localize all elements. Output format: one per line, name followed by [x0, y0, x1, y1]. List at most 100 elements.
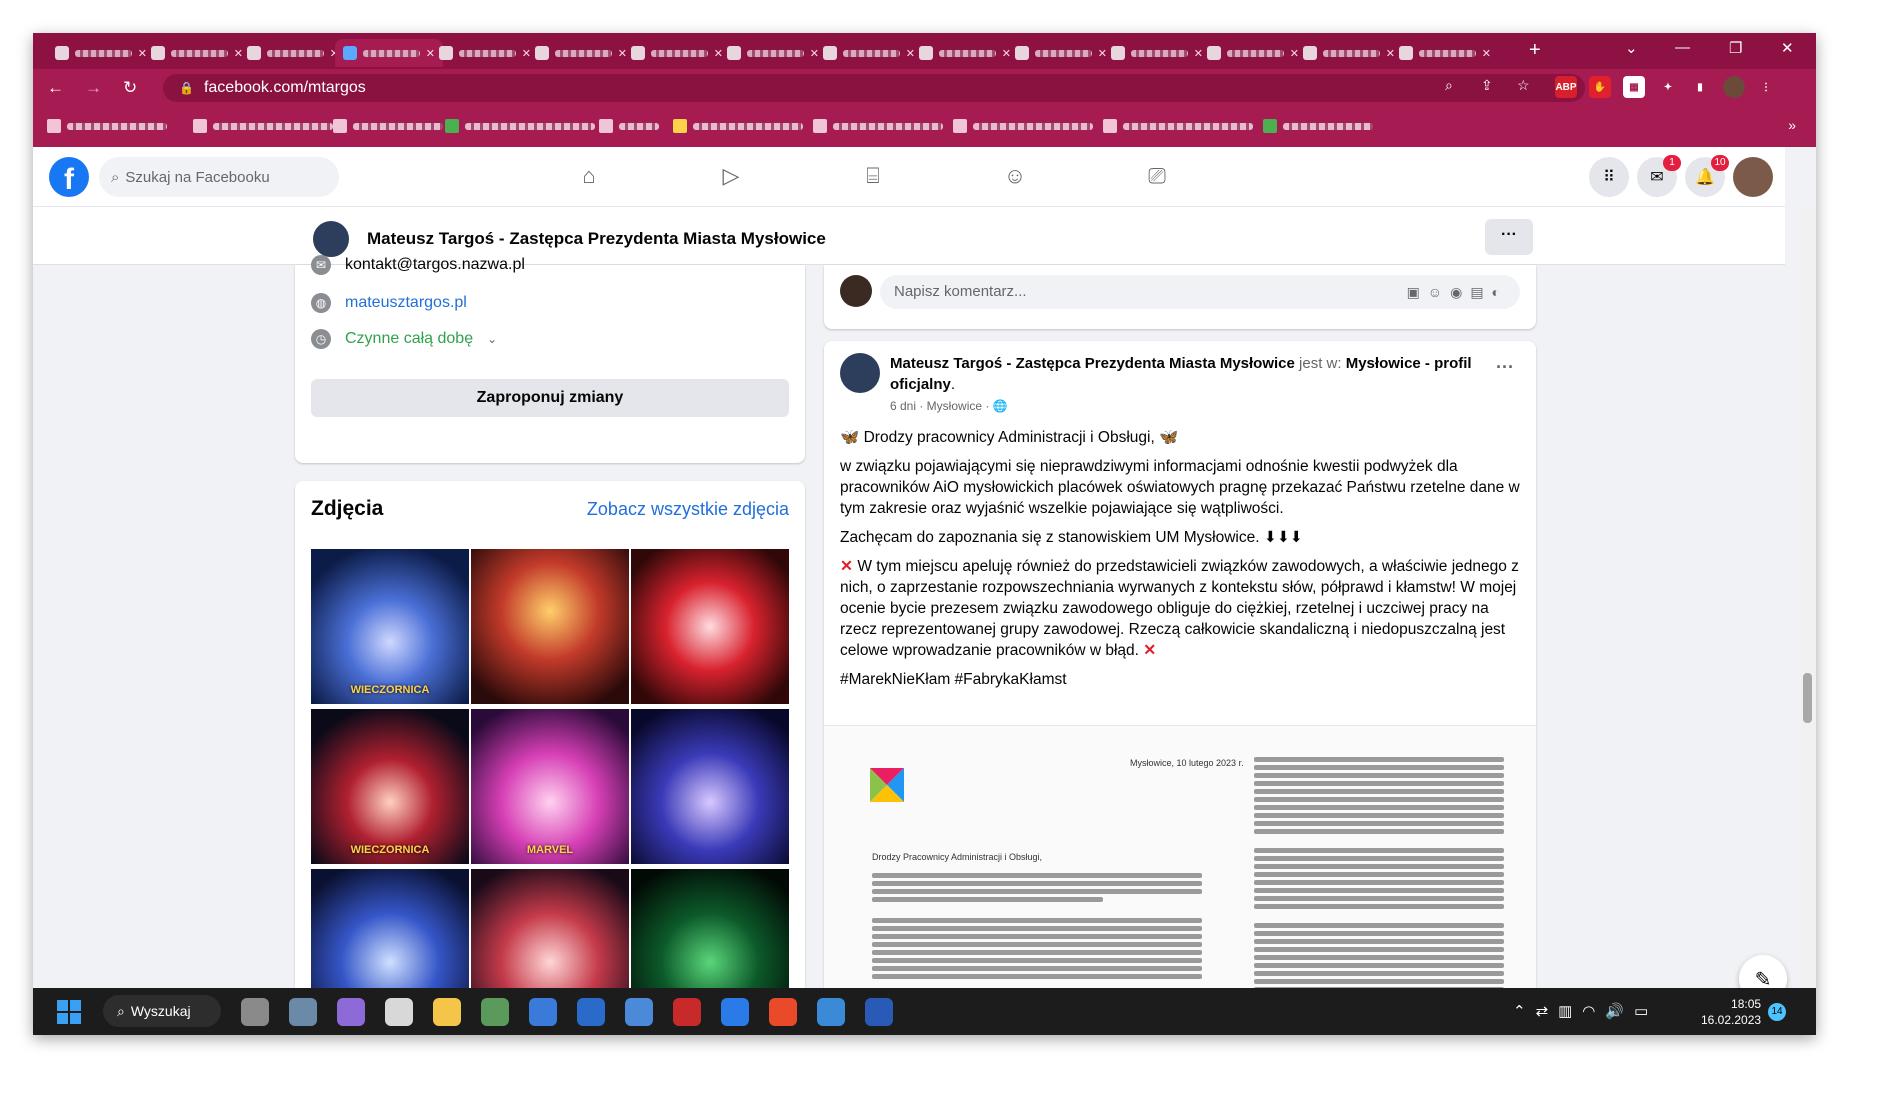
close-tab-icon[interactable]: ✕	[1482, 47, 1491, 60]
browser-tab[interactable]: ✕	[1007, 39, 1115, 67]
photo-thumbnail[interactable]	[631, 709, 789, 864]
photo-thumbnail[interactable]: MARVEL	[471, 709, 629, 864]
browser-tab[interactable]: ✕	[239, 39, 347, 67]
marketplace-icon[interactable]: ⌸	[859, 163, 887, 191]
taskbar-app-icon[interactable]	[577, 998, 605, 1026]
watch-icon[interactable]: ▷	[717, 163, 745, 191]
browser-tab-active[interactable]: ✕	[335, 39, 443, 67]
groups-icon[interactable]: ☺	[1001, 163, 1029, 191]
back-icon[interactable]: ←	[47, 78, 64, 98]
extension-icon[interactable]: ✋	[1589, 76, 1611, 98]
account-avatar[interactable]	[1733, 157, 1773, 197]
new-tab-button[interactable]: +	[1529, 39, 1541, 62]
taskbar-app-icon[interactable]	[433, 998, 461, 1026]
bookmark-item[interactable]	[599, 119, 659, 133]
system-tray[interactable]: ⌃⇄▥◠🔊▭	[1513, 1002, 1658, 1020]
extension-icon[interactable]: ▦	[1623, 76, 1645, 98]
taskbar-app-icon[interactable]	[289, 998, 317, 1026]
browser-tab[interactable]: ✕	[623, 39, 731, 67]
gaming-icon[interactable]: ⎚	[1143, 163, 1171, 191]
bookmark-star-icon[interactable]: ☆	[1517, 77, 1530, 94]
profile-avatar[interactable]	[1723, 76, 1745, 98]
forward-icon[interactable]: →	[85, 78, 102, 98]
comment-input[interactable]: Napisz komentarz... ▣☺◉▤◐	[880, 275, 1520, 309]
close-window-button[interactable]: ✕	[1781, 39, 1794, 57]
messenger-icon[interactable]: ✉ 1	[1637, 155, 1681, 197]
browser-tab[interactable]: ✕	[719, 39, 827, 67]
share-icon[interactable]: ⇪	[1481, 77, 1493, 94]
scrollbar-thumb[interactable]	[1803, 673, 1812, 723]
maximize-button[interactable]: ❐	[1729, 39, 1742, 57]
taskbar-app-icon[interactable]	[625, 998, 653, 1026]
taskbar-app-icon[interactable]	[529, 998, 557, 1026]
browser-tab[interactable]: ✕	[911, 39, 1019, 67]
bookmark-item[interactable]	[673, 119, 803, 133]
bookmark-item[interactable]	[953, 119, 1093, 133]
post-meta[interactable]: 6 dni · Mysłowice · 🌐	[890, 399, 1008, 413]
notifications-icon[interactable]: 🔔 10	[1685, 155, 1729, 197]
taskbar-app-icon[interactable]	[337, 998, 365, 1026]
minimize-button[interactable]: —	[1675, 39, 1690, 56]
browser-tab[interactable]: ✕	[143, 39, 251, 67]
lock-icon[interactable]: 🔒	[179, 81, 194, 95]
facebook-logo[interactable]: f	[49, 157, 89, 197]
side-panel-icon[interactable]: ▮	[1689, 76, 1711, 98]
photo-thumbnail[interactable]: WIECZORNICA	[311, 709, 469, 864]
taskbar-app-icon[interactable]	[865, 998, 893, 1026]
hours-text[interactable]: Czynne całą dobę	[345, 330, 473, 348]
photo-thumbnail[interactable]	[471, 549, 629, 704]
adblock-extension-icon[interactable]: ABP	[1555, 76, 1577, 98]
browser-tab[interactable]: ✕	[1199, 39, 1307, 67]
taskbar-app-icon[interactable]	[241, 998, 269, 1026]
search-input[interactable]: ⌕ Szukaj na Facebooku	[99, 157, 339, 197]
bookmark-item[interactable]	[333, 119, 443, 133]
bookmark-item[interactable]	[1263, 119, 1373, 133]
post-more-button[interactable]: ···	[1496, 357, 1514, 378]
email-text[interactable]: kontakt@targos.nazwa.pl	[345, 256, 525, 274]
taskbar-app-icon[interactable]	[673, 998, 701, 1026]
menu-icon[interactable]: ⋮	[1755, 76, 1777, 98]
bookmark-item[interactable]	[1103, 119, 1253, 133]
bookmark-item[interactable]	[813, 119, 943, 133]
taskbar-app-icon[interactable]	[817, 998, 845, 1026]
browser-tab[interactable]: ✕	[47, 39, 155, 67]
chevron-down-icon[interactable]: ⌄	[487, 332, 497, 346]
bookmark-item[interactable]	[445, 119, 595, 133]
browser-tab[interactable]: ✕	[431, 39, 539, 67]
browser-tab[interactable]: ✕	[1103, 39, 1211, 67]
taskbar-clock[interactable]: 18:05 16.02.2023	[1701, 996, 1761, 1028]
taskbar-app-icon[interactable]	[385, 998, 413, 1026]
post-author-avatar[interactable]	[840, 353, 880, 393]
zoom-icon[interactable]: ⌕	[1445, 77, 1453, 94]
menu-grid-icon[interactable]: ⠿	[1589, 157, 1629, 197]
notification-center-badge[interactable]: 14	[1768, 1003, 1786, 1021]
taskbar-search[interactable]: ⌕ Wyszukaj	[103, 995, 221, 1027]
home-icon[interactable]: ⌂	[575, 163, 603, 191]
tab-search-icon[interactable]: ⌄	[1625, 39, 1638, 57]
photo-thumbnail[interactable]: WIECZORNICA	[311, 549, 469, 704]
browser-tab[interactable]: ✕	[1295, 39, 1403, 67]
taskbar-app-icon[interactable]	[769, 998, 797, 1026]
page-avatar[interactable]	[311, 219, 351, 259]
bookmark-item[interactable]	[47, 119, 167, 133]
extensions-puzzle-icon[interactable]: ✦	[1657, 76, 1679, 98]
browser-tab[interactable]: ✕	[1391, 39, 1499, 67]
commenter-avatar[interactable]	[840, 275, 872, 307]
address-bar[interactable]: 🔒 facebook.com/mtargos	[163, 74, 1585, 102]
taskbar-app-icon[interactable]	[721, 998, 749, 1026]
post-author[interactable]: Mateusz Targoś - Zastępca Prezydenta Mia…	[890, 355, 1295, 372]
comment-tools-icons[interactable]: ▣☺◉▤◐	[1407, 275, 1508, 309]
page-scrollbar[interactable]	[1799, 207, 1816, 1011]
browser-tab[interactable]: ✕	[815, 39, 923, 67]
page-title[interactable]: Mateusz Targoś - Zastępca Prezydenta Mia…	[367, 229, 826, 249]
windows-start-icon[interactable]	[57, 1000, 81, 1024]
bookmark-item[interactable]	[193, 119, 333, 133]
see-all-photos-link[interactable]: Zobacz wszystkie zdjęcia	[587, 499, 789, 520]
suggest-changes-button[interactable]: Zaproponuj zmiany	[311, 379, 789, 417]
website-link[interactable]: mateusztargos.pl	[345, 294, 467, 312]
reload-icon[interactable]: ↻	[123, 78, 137, 98]
url-text[interactable]: facebook.com/mtargos	[204, 79, 366, 97]
taskbar-app-icon[interactable]	[481, 998, 509, 1026]
bookmarks-overflow-icon[interactable]: »	[1788, 117, 1796, 133]
browser-tab[interactable]: ✕	[527, 39, 635, 67]
